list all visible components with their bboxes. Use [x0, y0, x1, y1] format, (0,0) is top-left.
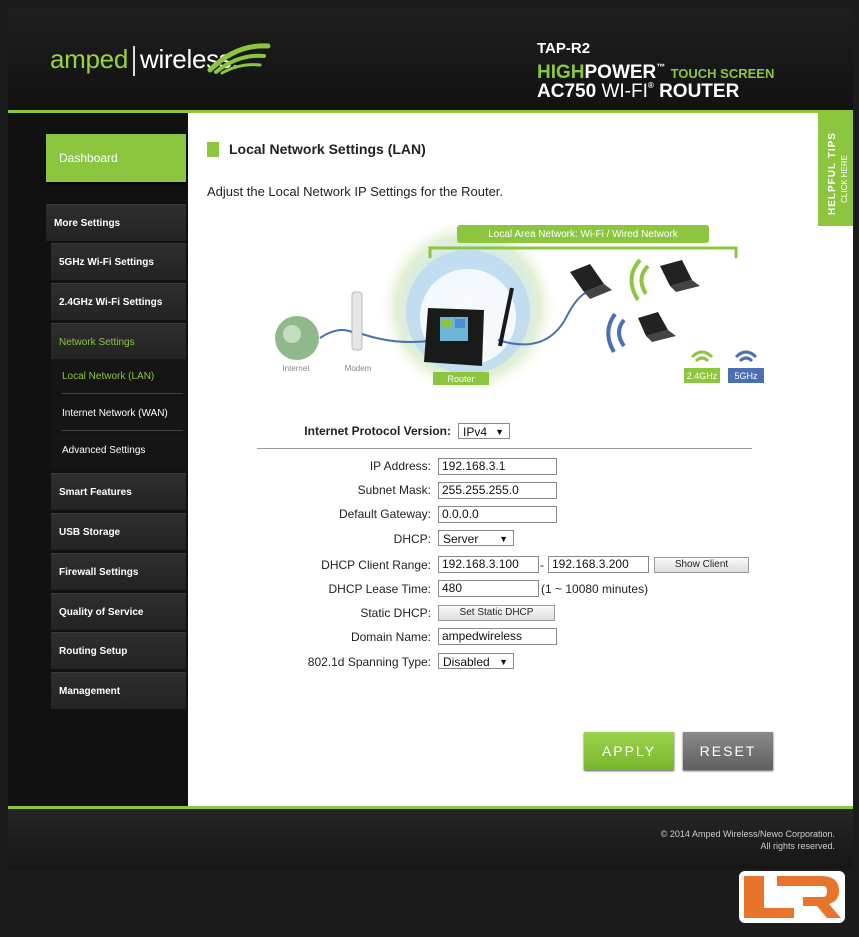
watermark-logo-icon [739, 871, 845, 923]
rights-text: All rights reserved. [760, 841, 835, 851]
sidebar-item-network-settings[interactable]: Network Settings [51, 323, 186, 360]
subnet-mask-input[interactable]: 255.255.255.0 [438, 482, 557, 499]
page-title: Local Network Settings (LAN) [229, 141, 426, 157]
submenu-divider [62, 430, 183, 431]
sidebar-item-qos[interactable]: Quality of Service [51, 593, 186, 630]
apply-button[interactable]: APPLY [584, 732, 674, 770]
chevron-down-icon: ▼ [499, 657, 508, 667]
sidebar-item-usb-storage[interactable]: USB Storage [51, 513, 186, 550]
reset-button[interactable]: RESET [683, 732, 773, 770]
sidebar-item-routing[interactable]: Routing Setup [51, 632, 186, 669]
svg-text:Internet: Internet [282, 364, 310, 373]
helpful-tips-tab[interactable]: HELPFUL TIPS CLICK HERE [818, 113, 853, 226]
domain-name-input[interactable]: ampedwireless [438, 628, 557, 645]
ip-address-label: IP Address: [369, 459, 431, 473]
tips-column [818, 226, 853, 807]
logo-divider [133, 46, 135, 77]
svg-text:5GHz: 5GHz [734, 371, 758, 381]
svg-text:2.4GHz: 2.4GHz [687, 371, 718, 381]
lease-time-hint: (1 ~ 10080 minutes) [541, 582, 649, 596]
ip-address-input[interactable]: 192.168.3.1 [438, 458, 557, 475]
title-marker [207, 142, 219, 157]
ip-version-select[interactable]: IPv4 ▼ [458, 423, 510, 439]
ip-version-label: Internet Protocol Version: [304, 424, 451, 438]
page-subtitle: Adjust the Local Network IP Settings for… [207, 184, 504, 199]
dhcp-range-label: DHCP Client Range: [321, 558, 431, 572]
chevron-down-icon: ▼ [495, 427, 504, 437]
form-divider [257, 448, 752, 449]
logo-amped: amped [50, 44, 128, 74]
dashboard-button[interactable]: Dashboard [46, 134, 186, 182]
copyright-text: © 2014 Amped Wireless/Newo Corporation. [660, 829, 835, 839]
dhcp-select[interactable]: Server ▼ [438, 530, 514, 546]
lease-time-label: DHCP Lease Time: [328, 582, 432, 596]
model-name: TAP-R2 [537, 40, 591, 57]
svg-text:Modem: Modem [345, 364, 372, 373]
static-dhcp-label: Static DHCP: [360, 606, 431, 620]
wireless-arcs-icon [207, 43, 271, 75]
dhcp-range-start-input[interactable]: 192.168.3.100 [438, 556, 539, 573]
sidebar-subitem-wan[interactable]: Internet Network (WAN) [51, 396, 186, 432]
sidebar-item-smart-features[interactable]: Smart Features [51, 473, 186, 510]
sidebar-item-24ghz-wifi[interactable]: 2.4GHz Wi-Fi Settings [51, 283, 186, 320]
network-diagram: Local Area Network: Wi-Fi / Wired Networ… [275, 222, 764, 390]
dhcp-label: DHCP: [393, 532, 431, 546]
default-gateway-input[interactable]: 0.0.0.0 [438, 506, 557, 523]
show-client-button[interactable]: Show Client [654, 557, 749, 573]
spanning-type-select[interactable]: Disabled ▼ [438, 653, 514, 669]
product-line-2: AC750 WI-FI® ROUTER [537, 81, 740, 102]
spanning-type-label: 802.1d Spanning Type: [307, 655, 431, 669]
sidebar-item-more-settings[interactable]: More Settings [46, 204, 186, 241]
dhcp-range-end-input[interactable]: 192.168.3.200 [548, 556, 649, 573]
domain-name-label: Domain Name: [350, 630, 431, 644]
tips-sub: CLICK HERE [840, 154, 849, 203]
sidebar-item-firewall[interactable]: Firewall Settings [51, 553, 186, 590]
diagram-banner: Local Area Network: Wi-Fi / Wired Networ… [488, 229, 678, 240]
chevron-down-icon: ▼ [499, 534, 508, 544]
set-static-dhcp-button[interactable]: Set Static DHCP [438, 605, 555, 621]
sidebar-item-5ghz-wifi[interactable]: 5GHz Wi-Fi Settings [51, 243, 186, 280]
svg-text:Router: Router [447, 374, 474, 384]
default-gateway-label: Default Gateway: [338, 507, 431, 521]
sidebar-subitem-lan[interactable]: Local Network (LAN) [51, 359, 186, 395]
subnet-mask-label: Subnet Mask: [357, 483, 431, 497]
sidebar-subitem-advanced[interactable]: Advanced Settings [51, 433, 186, 469]
tips-title: HELPFUL TIPS [827, 132, 838, 215]
submenu-divider [62, 393, 183, 394]
sidebar-item-management[interactable]: Management [51, 672, 186, 709]
range-dash: - [540, 558, 544, 572]
footer [8, 809, 853, 869]
lease-time-input[interactable]: 480 [438, 580, 539, 597]
